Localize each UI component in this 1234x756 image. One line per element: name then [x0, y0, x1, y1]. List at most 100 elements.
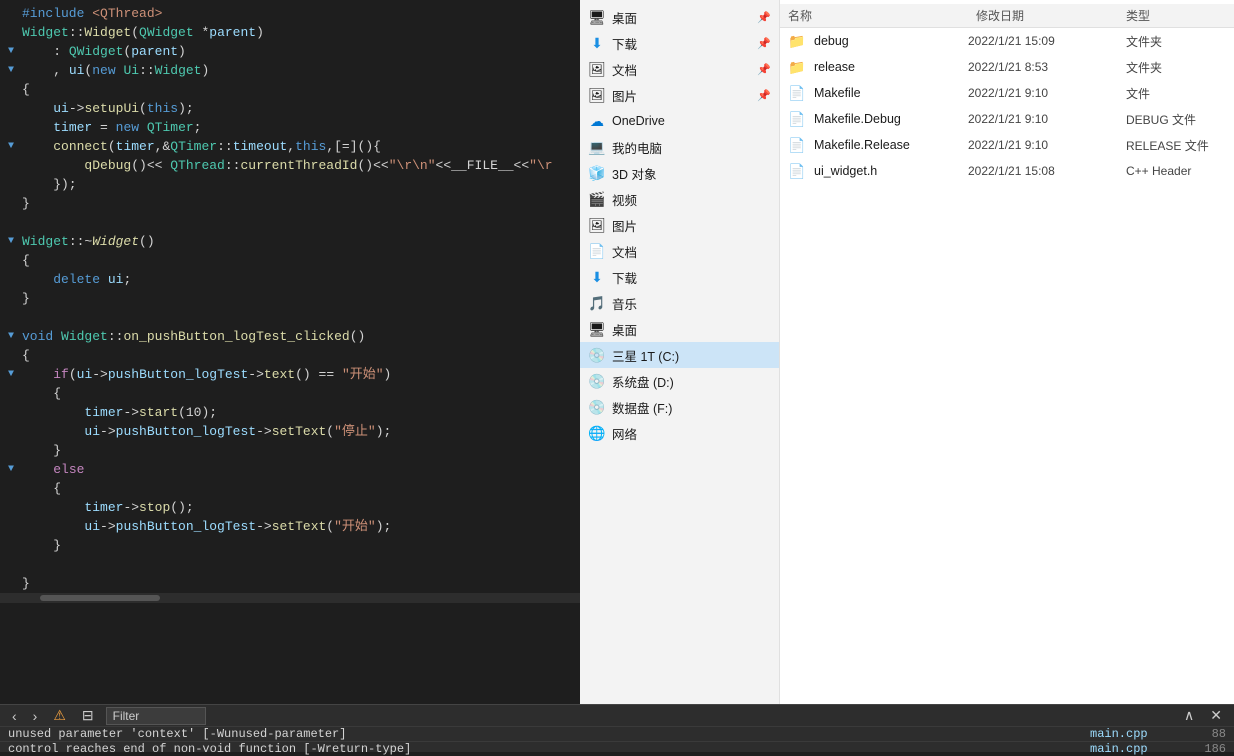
folder-icon: 📁 — [788, 32, 806, 50]
sidebar-item-desktop2[interactable]: 🖥 桌面 — [580, 316, 779, 342]
file-icon: 📄 — [788, 136, 806, 154]
bottom-issue-bar: ‹ › ⚠ ⊟ ∧ ✕ unused parameter 'context' [… — [0, 704, 1234, 752]
videos-icon: 🎬 — [588, 190, 606, 208]
code-editor[interactable]: #include <QThread> Widget::Widget(QWidge… — [0, 0, 580, 704]
sidebar-item-mypc[interactable]: 💻 我的电脑 — [580, 134, 779, 160]
sidebar-item-label: 音乐 — [612, 294, 771, 313]
sidebar-item-downloads2[interactable]: ⬇ 下载 — [580, 264, 779, 290]
code-line: }); — [0, 175, 580, 194]
file-row-debug[interactable]: 📁 debug 2022/1/21 15:09 文件夹 — [780, 28, 1234, 54]
code-line: #include <QThread> — [0, 4, 580, 23]
sidebar-item-pics2[interactable]: 🖼 图片 — [580, 212, 779, 238]
sidebar-item-label: 三星 1T (C:) — [612, 346, 771, 365]
issue-file: main.cpp — [1090, 742, 1170, 756]
file-date: 2022/1/21 15:09 — [968, 34, 1118, 48]
sidebar-item-system-d[interactable]: 💿 系统盘 (D:) — [580, 368, 779, 394]
sidebar-item-label: 3D 对象 — [612, 164, 771, 183]
line-indicator: ▼ — [4, 137, 18, 156]
code-line: } — [0, 441, 580, 460]
main-area: #include <QThread> Widget::Widget(QWidge… — [0, 0, 1234, 704]
line-indicator: ▼ — [4, 460, 18, 479]
file-name: Makefile — [814, 86, 960, 100]
horizontal-scrollbar[interactable] — [0, 593, 580, 603]
sidebar-item-music[interactable]: 🎵 音乐 — [580, 290, 779, 316]
sidebar-item-desktop-pin[interactable]: 🖥 桌面 📌 — [580, 4, 779, 30]
code-line: } — [0, 574, 580, 593]
sidebar-item-samsung-c[interactable]: 💿 三星 1T (C:) — [580, 342, 779, 368]
folder-icon: 📁 — [788, 58, 806, 76]
collapse-button[interactable]: ∧ — [1180, 705, 1198, 726]
pics2-icon: 🖼 — [588, 216, 606, 234]
music-icon: 🎵 — [588, 294, 606, 312]
sidebar-item-docs2[interactable]: 📄 文档 — [580, 238, 779, 264]
sidebar-item-label: 文档 — [612, 60, 751, 79]
close-button[interactable]: ✕ — [1206, 705, 1226, 726]
sidebar-item-label: 网络 — [612, 424, 771, 443]
sidebar-item-label: 图片 — [612, 216, 771, 235]
sidebar-item-videos[interactable]: 🎬 视频 — [580, 186, 779, 212]
scrollbar-thumb[interactable] — [40, 595, 160, 601]
code-line: { — [0, 346, 580, 365]
nav-next-button[interactable]: › — [29, 706, 42, 726]
col-name: 名称 — [788, 7, 976, 24]
sidebar-item-label: 视频 — [612, 190, 771, 209]
code-line: ▼ if(ui->pushButton_logTest->text() == "… — [0, 365, 580, 384]
file-type: RELEASE 文件 — [1126, 137, 1226, 154]
code-line: timer->start(10); — [0, 403, 580, 422]
sidebar-item-network[interactable]: 🌐 网络 — [580, 420, 779, 446]
sidebar-item-label: 桌面 — [612, 320, 771, 339]
nav-prev-button[interactable]: ‹ — [8, 706, 21, 726]
file-list-panel: 名称 修改日期 类型 📁 debug 2022/1/21 15:09 文件夹 📁… — [780, 0, 1234, 704]
sidebar-item-label: 下载 — [612, 34, 751, 53]
header-file-icon: 📄 — [788, 162, 806, 180]
issue-file: main.cpp — [1090, 727, 1170, 741]
line-indicator: ▼ — [4, 61, 18, 80]
file-name: release — [814, 60, 960, 74]
sidebar-item-data-f[interactable]: 💿 数据盘 (F:) — [580, 394, 779, 420]
download-icon: ⬇ — [588, 34, 606, 52]
pin-icon: 📌 — [757, 11, 771, 24]
code-line: ▼ , ui(new Ui::Widget) — [0, 61, 580, 80]
file-row-makefile-debug[interactable]: 📄 Makefile.Debug 2022/1/21 9:10 DEBUG 文件 — [780, 106, 1234, 132]
code-line: } — [0, 536, 580, 555]
file-row-release[interactable]: 📁 release 2022/1/21 8:53 文件夹 — [780, 54, 1234, 80]
code-line: ▼ connect(timer,&QTimer::timeout,this,[=… — [0, 137, 580, 156]
sidebar-item-label: 下载 — [612, 268, 771, 287]
file-date: 2022/1/21 9:10 — [968, 138, 1118, 152]
warning-icon-button[interactable]: ⚠ — [49, 705, 70, 726]
line-indicator: ▼ — [4, 42, 18, 61]
sidebar-item-onedrive[interactable]: ☁ OneDrive — [580, 108, 779, 134]
file-row-ui-widget[interactable]: 📄 ui_widget.h 2022/1/21 15:08 C++ Header — [780, 158, 1234, 184]
file-list-header: 名称 修改日期 类型 — [780, 4, 1234, 28]
desktop2-icon: 🖥 — [588, 320, 606, 338]
sidebar-item-download-pin[interactable]: ⬇ 下载 📌 — [580, 30, 779, 56]
desktop-icon: 🖥 — [588, 8, 606, 26]
code-line: ▼ Widget::~Widget() — [0, 232, 580, 251]
file-row-makefile-release[interactable]: 📄 Makefile.Release 2022/1/21 9:10 RELEAS… — [780, 132, 1234, 158]
file-type: 文件 — [1126, 85, 1226, 102]
pin-icon: 📌 — [757, 89, 771, 102]
file-date: 2022/1/21 15:08 — [968, 164, 1118, 178]
docs2-icon: 📄 — [588, 242, 606, 260]
code-line: ui->pushButton_logTest->setText("停止"); — [0, 422, 580, 441]
issue-text: control reaches end of non-void function… — [8, 742, 1074, 756]
filter-input[interactable] — [106, 707, 206, 725]
sidebar-item-label: 我的电脑 — [612, 138, 771, 157]
issue-line: 186 — [1186, 742, 1226, 756]
col-type: 类型 — [1126, 7, 1226, 24]
code-line: timer->stop(); — [0, 498, 580, 517]
file-row-makefile[interactable]: 📄 Makefile 2022/1/21 9:10 文件 — [780, 80, 1234, 106]
sidebar-item-label: 系统盘 (D:) — [612, 372, 771, 391]
sidebar-item-3d[interactable]: 🧊 3D 对象 — [580, 160, 779, 186]
code-line — [0, 308, 580, 327]
sidebar-item-docs-pin[interactable]: 🖼 文档 📌 — [580, 56, 779, 82]
downloads2-icon: ⬇ — [588, 268, 606, 286]
onedrive-icon: ☁ — [588, 112, 606, 130]
pin-icon: 📌 — [757, 37, 771, 50]
code-line — [0, 555, 580, 574]
sidebar-item-pics-pin[interactable]: 🖼 图片 📌 — [580, 82, 779, 108]
filter-icon-button[interactable]: ⊟ — [78, 705, 98, 726]
sidebar-item-label: 文档 — [612, 242, 771, 261]
docs-icon: 🖼 — [588, 60, 606, 78]
code-line: timer = new QTimer; — [0, 118, 580, 137]
